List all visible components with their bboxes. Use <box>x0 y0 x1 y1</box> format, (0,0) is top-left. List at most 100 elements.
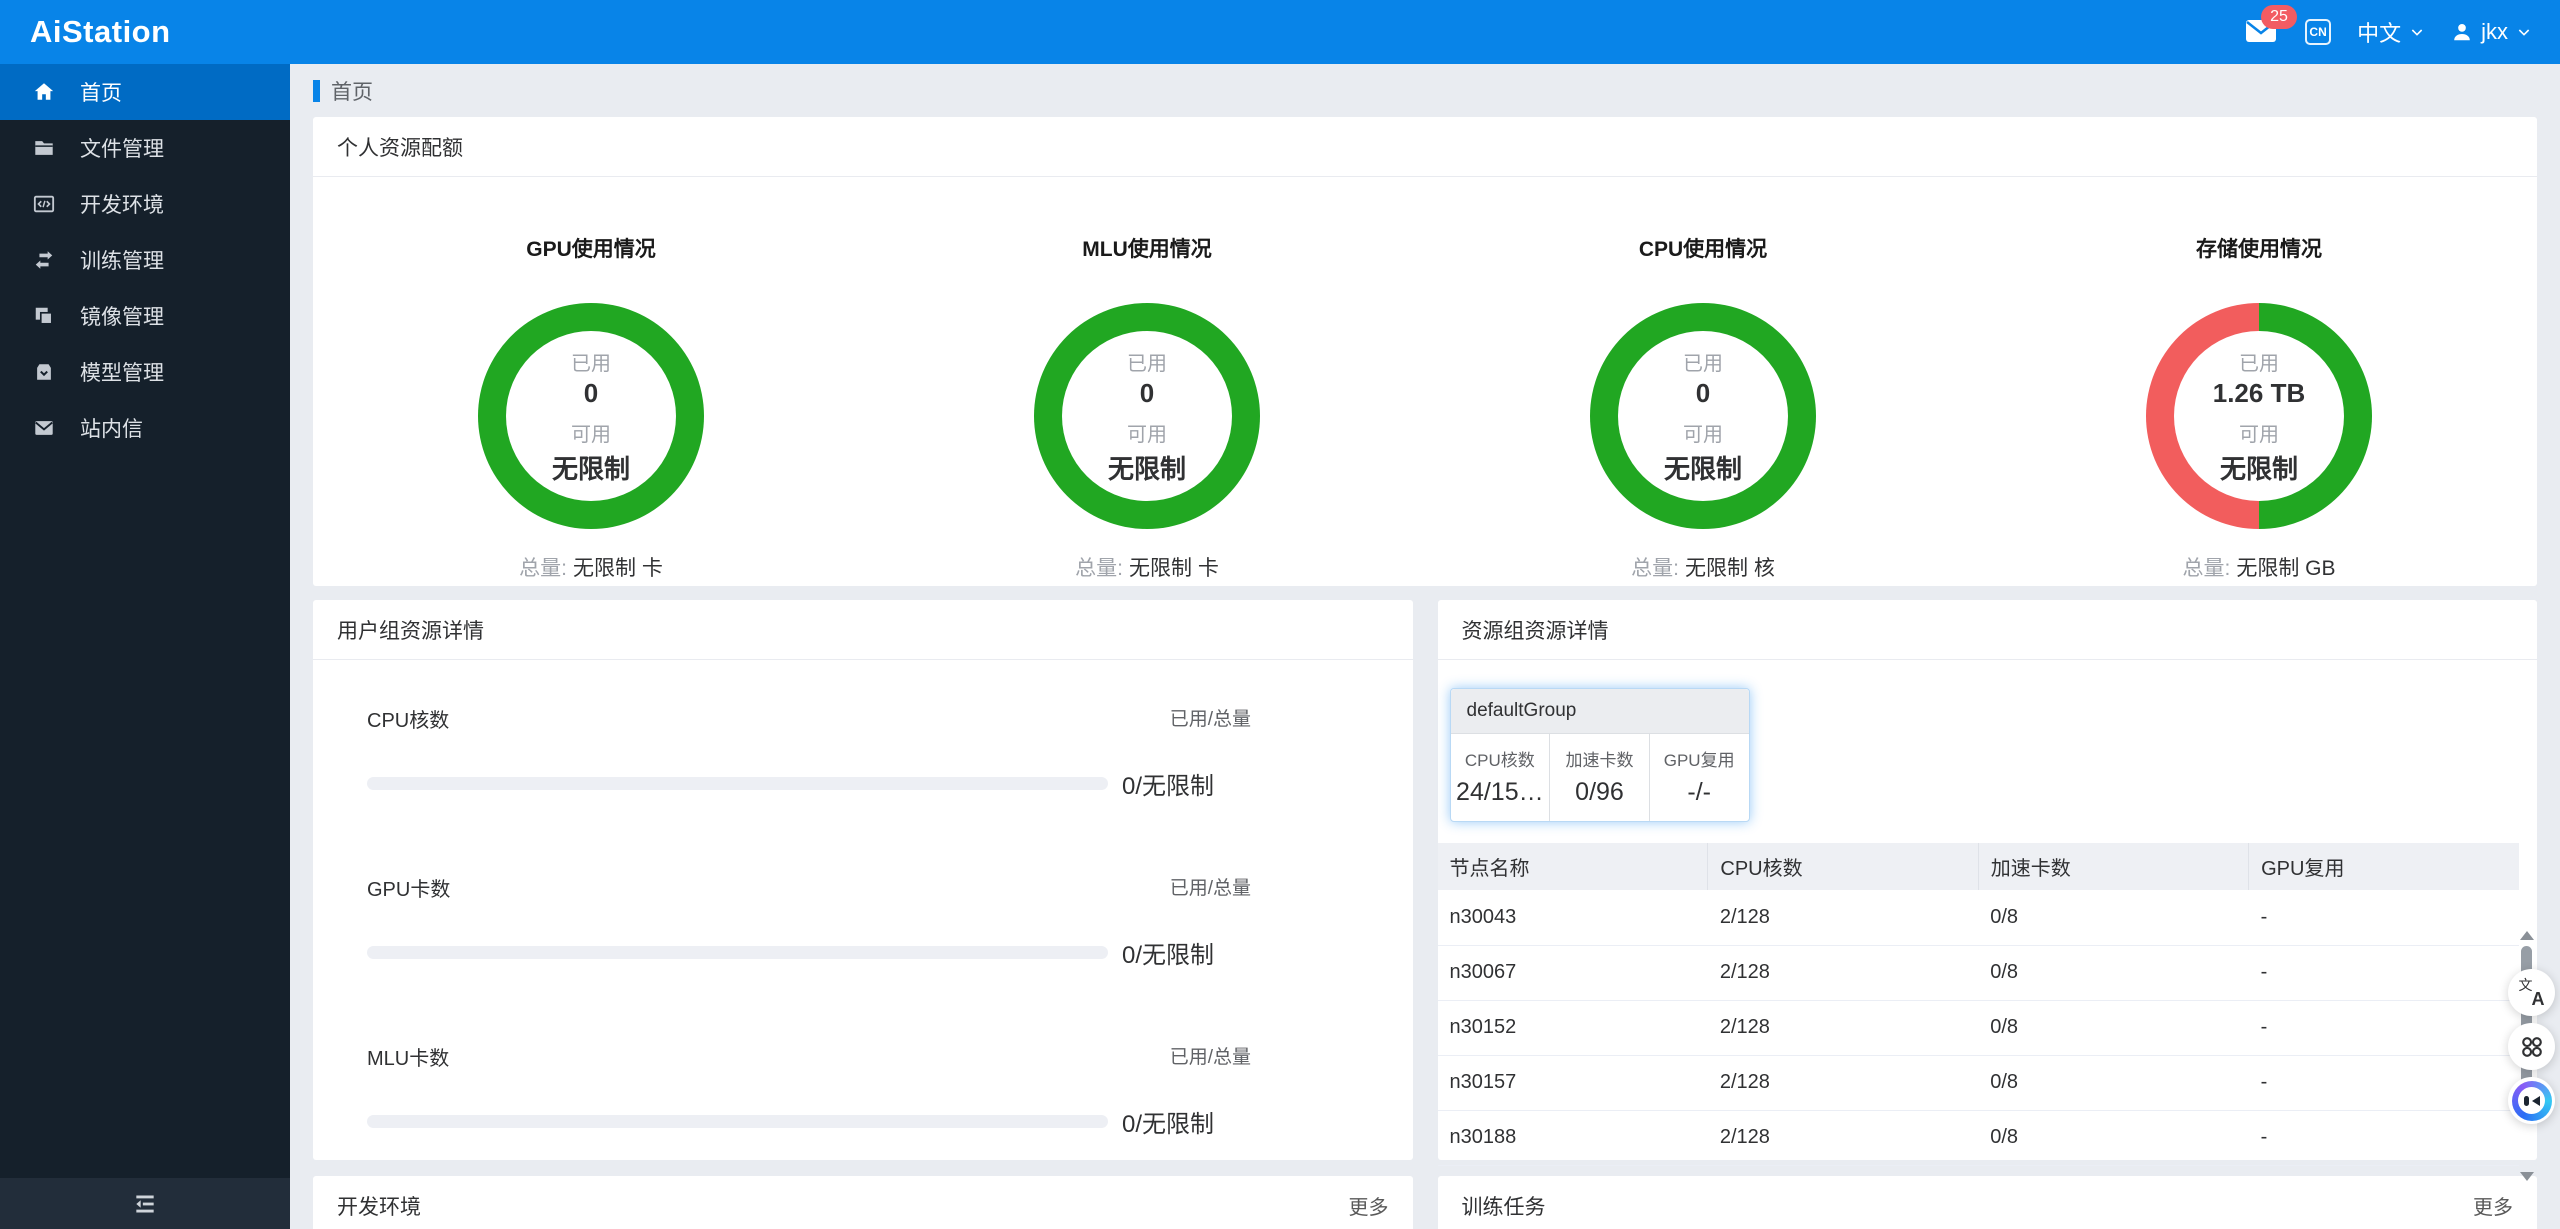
donut-chart: 已用 0 可用 无限制 <box>1034 303 1260 529</box>
dev-environment-more-link[interactable]: 更多 <box>1349 1191 1389 1220</box>
scroll-down-arrow[interactable] <box>2519 1172 2534 1181</box>
donut-chart: 已用 1.26 TB 可用 无限制 <box>2146 303 2372 529</box>
progress-row-cpu: CPU核数 已用/总量 0/无限制 <box>367 704 1251 801</box>
sidebar-item-label: 文件管理 <box>80 138 164 161</box>
cell-gpu-reuse: - <box>2248 1055 2519 1111</box>
sidebar-item-label: 模型管理 <box>80 362 164 385</box>
stat-value: 24/15… <box>1456 778 1544 806</box>
resource-group-selector-defaultgroup[interactable]: defaultGroup CPU核数 24/15… 加速卡数 0/96 GPU复… <box>1449 688 1750 822</box>
dev-environment-card-title: 开发环境 <box>337 1195 421 1219</box>
table-row[interactable]: n30152 2/128 0/8 - <box>1437 1000 2519 1056</box>
sidebar-item-home[interactable]: 首页 <box>0 64 290 120</box>
ai-assistant-button[interactable] <box>2508 1077 2555 1124</box>
column-header: GPU复用 <box>2248 843 2519 890</box>
table-row[interactable]: n30043 2/128 0/8 - <box>1437 890 2519 946</box>
progress-value: 0/无限制 <box>1122 1111 1215 1138</box>
dev-environment-card: 开发环境 更多 <box>313 1176 1413 1229</box>
envelope-icon <box>32 416 56 440</box>
total-label: 总量: <box>519 557 567 580</box>
progress-row-mlu: MLU卡数 已用/总量 0/无限制 <box>367 1042 1251 1139</box>
cell-accel: 0/8 <box>1978 890 2249 946</box>
table-row[interactable]: n30157 2/128 0/8 - <box>1437 1055 2519 1111</box>
collapse-menu-icon <box>136 1195 154 1212</box>
avail-label: 可用 <box>2239 423 2279 446</box>
cell-gpu-reuse: - <box>2248 945 2519 1001</box>
sidebar-item-file-management[interactable]: 文件管理 <box>0 120 290 176</box>
cell-accel: 0/8 <box>1978 1000 2249 1056</box>
chevron-down-icon <box>2518 29 2530 36</box>
sidebar-collapse-button[interactable] <box>0 1178 290 1229</box>
group-stat-cpu: CPU核数 24/15… <box>1451 734 1550 821</box>
scroll-up-arrow[interactable] <box>2519 931 2534 940</box>
donut-chart: 已用 0 可用 无限制 <box>1590 303 1816 529</box>
sidebar-item-training-management[interactable]: 训练管理 <box>0 232 290 288</box>
cell-accel: 0/8 <box>1978 945 2249 1001</box>
language-flag-icon: CN <box>2305 19 2332 45</box>
gpu-usage-donut: GPU使用情况 已用 0 可用 无限制 总量: 无限制 卡 <box>313 177 869 582</box>
cell-cpu: 2/128 <box>1707 1055 1979 1111</box>
user-group-resources-card: 用户组资源详情 CPU核数 已用/总量 0/无限制 GPU卡数 已用/总量 0/… <box>313 600 1413 1160</box>
progress-row-gpu: GPU卡数 已用/总量 0/无限制 <box>367 873 1251 970</box>
donut-title: 存储使用情况 <box>2196 238 2322 261</box>
language-menu[interactable]: 中文 <box>2357 16 2425 48</box>
translate-button[interactable]: 文A <box>2508 969 2555 1016</box>
storage-usage-donut: 存储使用情况 已用 1.26 TB 可用 无限制 总量: 无限制 GB <box>1981 177 2537 582</box>
donut-total: 总量: 无限制 卡 <box>519 552 663 582</box>
breadcrumb: 首页 <box>313 64 2537 117</box>
progress-legend: 已用/总量 <box>1169 1047 1251 1068</box>
used-value: 0 <box>1139 377 1155 408</box>
avail-value: 无限制 <box>1107 453 1186 484</box>
quota-card-header: 个人资源配额 <box>313 117 2537 177</box>
cell-gpu-reuse: - <box>2248 1110 2519 1166</box>
used-label: 已用 <box>1683 352 1723 375</box>
progress-bar <box>367 946 1108 959</box>
app-logo: AiStation <box>30 14 171 49</box>
apps-grid-icon <box>2521 1036 2542 1057</box>
sidebar-item-messages[interactable]: 站内信 <box>0 400 290 456</box>
sidebar-item-dev-environment[interactable]: 开发环境 <box>0 176 290 232</box>
user-menu[interactable]: jkx <box>2451 19 2532 45</box>
translate-icon: 文A <box>2518 976 2545 1009</box>
stat-value: 0/96 <box>1575 778 1624 806</box>
node-table-header-row: 节点名称 CPU核数 加速卡数 GPU复用 <box>1437 843 2519 890</box>
sidebar-item-label: 镜像管理 <box>80 306 164 329</box>
cell-node-name: n30157 <box>1437 1055 1708 1111</box>
progress-value: 0/无限制 <box>1122 942 1215 969</box>
progress-legend: 已用/总量 <box>1169 878 1251 899</box>
cell-node-name: n30188 <box>1437 1110 1708 1166</box>
table-row[interactable]: n30188 2/128 0/8 - <box>1437 1110 2519 1166</box>
sidebar-item-model-management[interactable]: 模型管理 <box>0 344 290 400</box>
mail-button[interactable]: 25 <box>2245 5 2297 45</box>
table-row[interactable]: n30067 2/128 0/8 - <box>1437 945 2519 1001</box>
training-tasks-more-link[interactable]: 更多 <box>2473 1191 2513 1220</box>
apps-button[interactable] <box>2508 1023 2555 1070</box>
donut-center: 已用 1.26 TB 可用 无限制 <box>2174 331 2344 501</box>
total-value: 无限制 卡 <box>1129 557 1219 580</box>
language-label: 中文 <box>2357 21 2402 46</box>
stat-label: GPU复用 <box>1663 751 1735 770</box>
cell-node-name: n30043 <box>1437 890 1708 946</box>
layers-icon <box>32 304 56 328</box>
sidebar-item-label: 首页 <box>80 82 122 105</box>
column-header: 加速卡数 <box>1977 843 2249 890</box>
group-stat-accel: 加速卡数 0/96 <box>1549 734 1649 821</box>
quota-donuts: GPU使用情况 已用 0 可用 无限制 总量: 无限制 卡 MLU使用情况 已用… <box>313 177 2537 582</box>
sidebar-item-label: 训练管理 <box>80 250 164 273</box>
stat-value: -/- <box>1687 778 1711 806</box>
cell-cpu: 2/128 <box>1707 945 1979 1001</box>
progress-label: GPU卡数 <box>367 879 451 901</box>
donut-title: GPU使用情况 <box>526 238 656 261</box>
user-group-progress-list: CPU核数 已用/总量 0/无限制 GPU卡数 已用/总量 0/无限制 MLU卡… <box>313 660 1413 1139</box>
folder-icon <box>32 136 56 160</box>
username-label: jkx <box>2481 19 2508 44</box>
stat-label: CPU核数 <box>1464 751 1535 770</box>
progress-bar <box>367 1115 1108 1128</box>
progress-legend: 已用/总量 <box>1169 709 1251 730</box>
column-header: 节点名称 <box>1437 843 1708 890</box>
avail-value: 无限制 <box>1663 453 1742 484</box>
used-value: 0 <box>583 377 599 408</box>
sidebar-item-image-management[interactable]: 镜像管理 <box>0 288 290 344</box>
used-label: 已用 <box>1127 352 1167 375</box>
breadcrumb-current[interactable]: 首页 <box>331 76 373 106</box>
cell-gpu-reuse: - <box>2248 890 2519 946</box>
